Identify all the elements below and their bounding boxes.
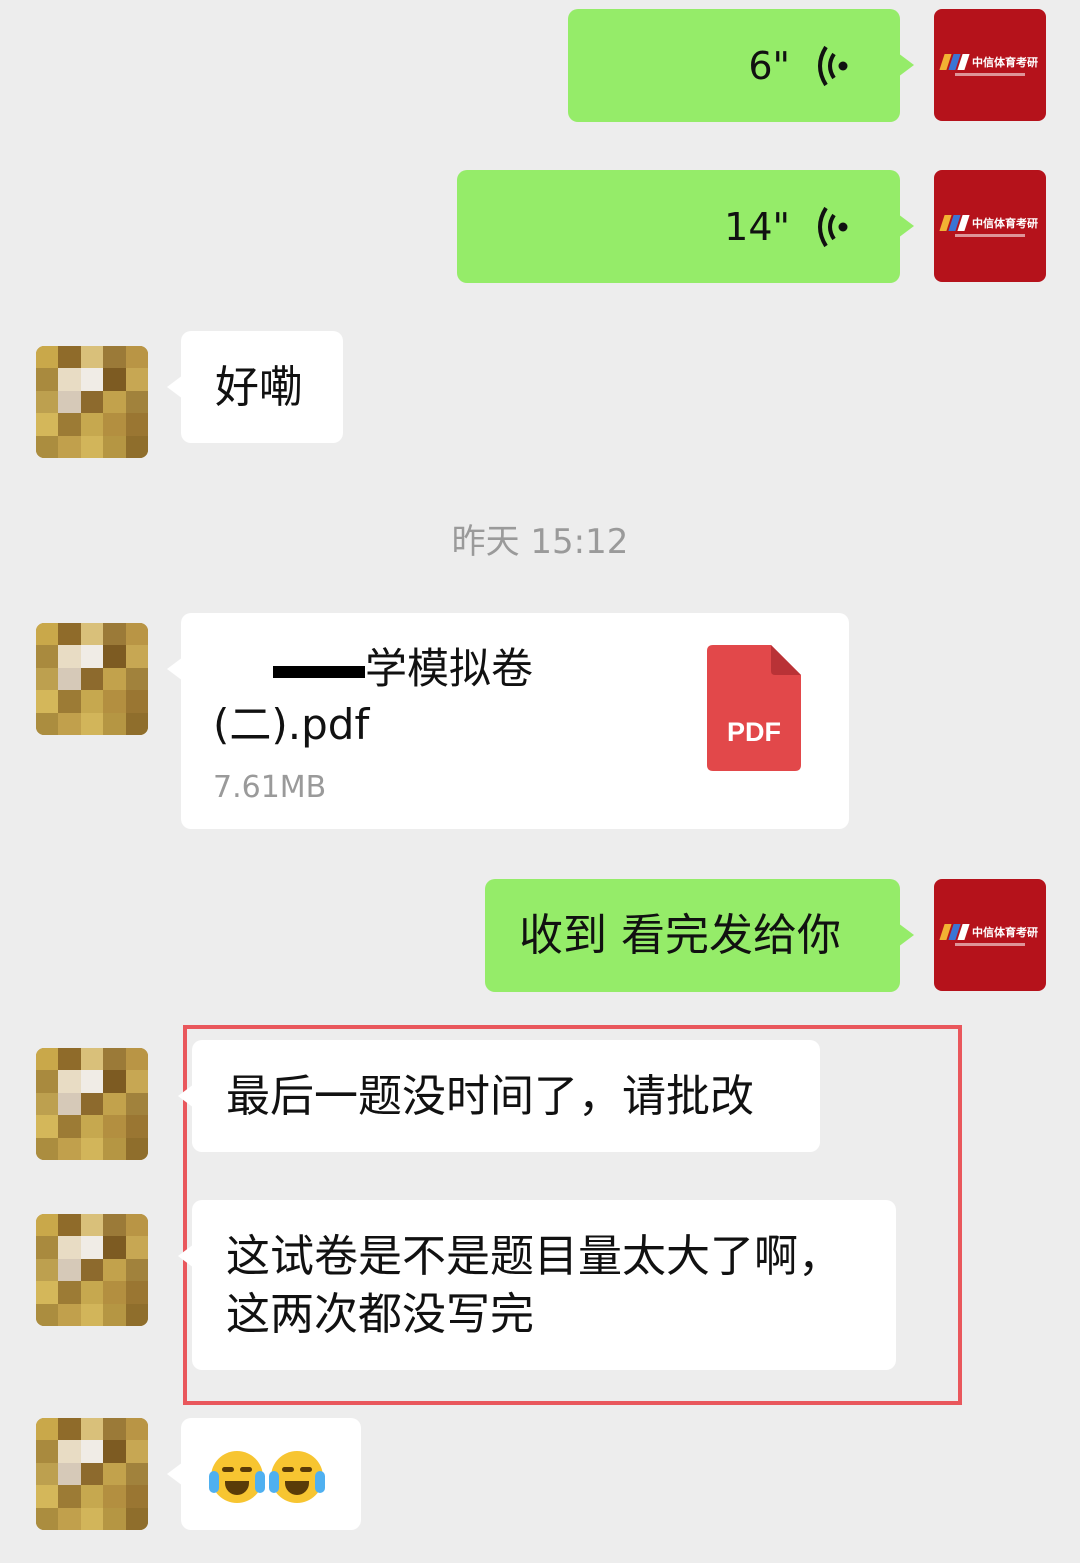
text-message-bubble[interactable]: 收到 看完发给你 <box>485 879 914 992</box>
redacted-text <box>273 665 365 678</box>
my-avatar[interactable]: 中信体育考研 <box>934 170 1046 282</box>
voice-content: 14" <box>457 170 900 283</box>
voice-content: 6" <box>568 9 900 122</box>
message-text-line: 这两次都没写完 <box>226 1289 534 1340</box>
contact-avatar[interactable] <box>36 346 148 458</box>
crying-laughing-emoji-icon <box>209 1451 265 1503</box>
voice-wave-icon <box>816 204 850 250</box>
pdf-file-icon: PDF <box>707 645 801 771</box>
chat-screen: 6" 中信体育考研 14" 中信体育考研 好嘞 昨天 15:12 学模拟卷 (二… <box>0 0 1080 1563</box>
contact-avatar[interactable] <box>36 1214 148 1326</box>
voice-duration: 14" <box>724 204 790 249</box>
voice-message-bubble[interactable]: 6" <box>568 9 914 122</box>
contact-avatar[interactable] <box>36 623 148 735</box>
voice-wave-icon <box>816 43 850 89</box>
brand-logo: 中信体育考研 <box>939 54 1038 70</box>
my-avatar[interactable]: 中信体育考研 <box>934 9 1046 121</box>
chat-timestamp: 昨天 15:12 <box>451 522 629 562</box>
file-name: 学模拟卷 (二).pdf <box>213 644 534 749</box>
text-message-bubble[interactable]: 这试卷是不是题目量太大了啊， 这两次都没写完 <box>178 1200 896 1370</box>
message-text-line: 这试卷是不是题目量太大了啊， <box>226 1231 842 1282</box>
voice-duration: 6" <box>748 43 790 88</box>
emoji-message-bubble[interactable] <box>167 1418 361 1530</box>
file-message-bubble[interactable]: 学模拟卷 (二).pdf 7.61MB PDF <box>167 613 849 829</box>
contact-avatar[interactable] <box>36 1048 148 1160</box>
message-text: 好嘞 <box>215 362 303 413</box>
contact-avatar[interactable] <box>36 1418 148 1530</box>
message-text: 收到 看完发给你 <box>519 910 841 961</box>
voice-message-bubble[interactable]: 14" <box>457 170 914 283</box>
text-message-bubble[interactable]: 最后一题没时间了，请批改 <box>178 1040 820 1152</box>
text-message-bubble[interactable]: 好嘞 <box>167 331 343 443</box>
message-text: 最后一题没时间了，请批改 <box>226 1071 754 1122</box>
brand-logo: 中信体育考研 <box>939 924 1038 940</box>
my-avatar[interactable]: 中信体育考研 <box>934 879 1046 991</box>
crying-laughing-emoji-icon <box>269 1451 325 1503</box>
brand-logo: 中信体育考研 <box>939 215 1038 231</box>
